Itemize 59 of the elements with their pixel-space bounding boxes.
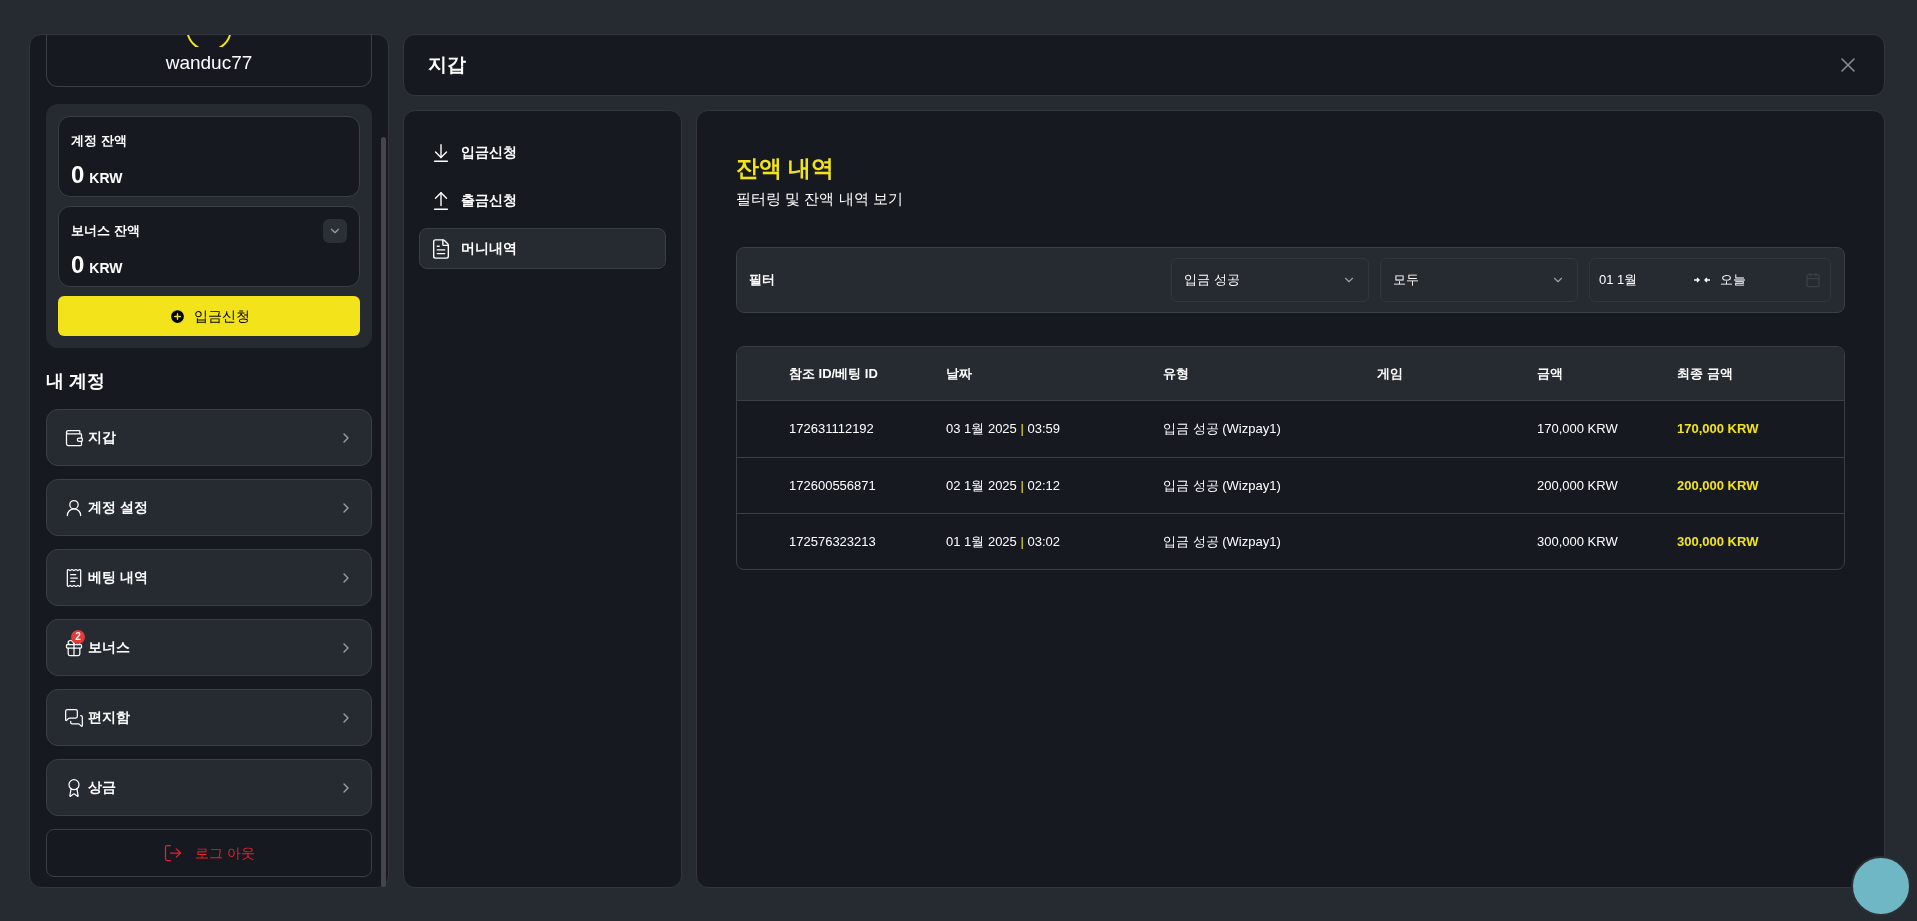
arrows-inward-icon <box>1694 276 1710 284</box>
table-cell-text: 200,000 KRW <box>1537 476 1619 495</box>
account-icon <box>64 497 84 518</box>
table-cell-text: 입금 성공 (Wizpay1) <box>1163 476 1282 495</box>
username: wanduc77 <box>165 51 253 75</box>
expand-button[interactable] <box>323 219 347 243</box>
menu-item[interactable]: 베팅 내역 <box>46 549 372 606</box>
column-header: 게임 <box>1377 364 1404 383</box>
filter-label: 필터 <box>749 271 776 290</box>
menu-item[interactable]: 편지함 <box>46 689 372 746</box>
table-cell-text: 300,000 KRW <box>1677 532 1760 551</box>
balance-label: 계정 잔액 <box>71 132 127 150</box>
menu-item[interactable]: 2 보너스 <box>46 619 372 676</box>
scope-select[interactable]: 모두 <box>1380 258 1578 302</box>
table-cell-text: 300,000 KRW <box>1537 532 1619 551</box>
balance-currency: KRW <box>89 168 123 188</box>
wallet-nav-item[interactable]: 입금신청 <box>419 132 666 173</box>
table-cell-text: 172631112192 <box>789 420 875 439</box>
table-cell-text: 입금 성공 (Wizpay1) <box>1163 420 1282 439</box>
inbox-icon <box>64 707 84 728</box>
logout-button[interactable]: 로그 아웃 <box>46 829 372 877</box>
column-header: 최종 금액 <box>1677 364 1734 383</box>
deposit-button[interactable]: 입금신청 <box>58 296 360 336</box>
wallet-icon <box>64 427 84 448</box>
table-cell-text: 172576323213 <box>789 532 877 551</box>
plus-circle-icon <box>168 307 186 325</box>
menu-item[interactable]: 계정 설정 <box>46 479 372 536</box>
logout-icon <box>163 843 184 863</box>
page-subheading: 필터링 및 잔액 내역 보기 <box>736 188 904 209</box>
column-header: 금액 <box>1537 364 1564 383</box>
wallet-nav-item[interactable]: 출금신청 <box>419 180 666 221</box>
column-header: 참조 ID/베팅 ID <box>789 364 879 383</box>
column-header: 날짜 <box>946 364 973 383</box>
history-icon <box>430 237 452 260</box>
date-range-field[interactable]: 01 1월 오늘 <box>1589 258 1831 302</box>
date-to: 오늘 <box>1720 271 1747 290</box>
table-cell-text: 03 1월 2025 | 03:59 <box>946 420 1062 439</box>
section-title: 내 계정 <box>46 370 106 393</box>
menu-item[interactable]: 상금 <box>46 759 372 816</box>
column-header: 유형 <box>1163 364 1190 383</box>
balance-label: 보너스 잔액 <box>71 222 140 240</box>
menu-item[interactable]: 지갑 <box>46 409 372 466</box>
table-cell-text: 200,000 KRW <box>1677 476 1760 495</box>
table-cell-text: 170,000 KRW <box>1677 420 1760 439</box>
table-cell-text: 01 1월 2025 | 03:02 <box>946 532 1062 551</box>
table-cell-text: 170,000 KRW <box>1537 420 1619 439</box>
table-cell-text: 172600556871 <box>789 476 877 495</box>
dialog-title: 지갑 <box>428 52 466 77</box>
page-heading: 잔액 내역 <box>736 154 836 183</box>
table-cell-text: 입금 성공 (Wizpay1) <box>1163 532 1282 551</box>
date-from: 01 1월 <box>1599 271 1639 290</box>
notification-badge: 2 <box>71 629 85 644</box>
balance-currency: KRW <box>89 258 123 278</box>
balance-amount: 0 <box>71 249 85 280</box>
wallet-nav-item[interactable]: 머니내역 <box>419 228 666 269</box>
bets-icon <box>64 567 84 588</box>
balance-amount: 0 <box>71 159 85 190</box>
table-cell-text: 02 1월 2025 | 02:12 <box>946 476 1062 495</box>
type-select[interactable]: 입금 성공 <box>1171 258 1369 302</box>
